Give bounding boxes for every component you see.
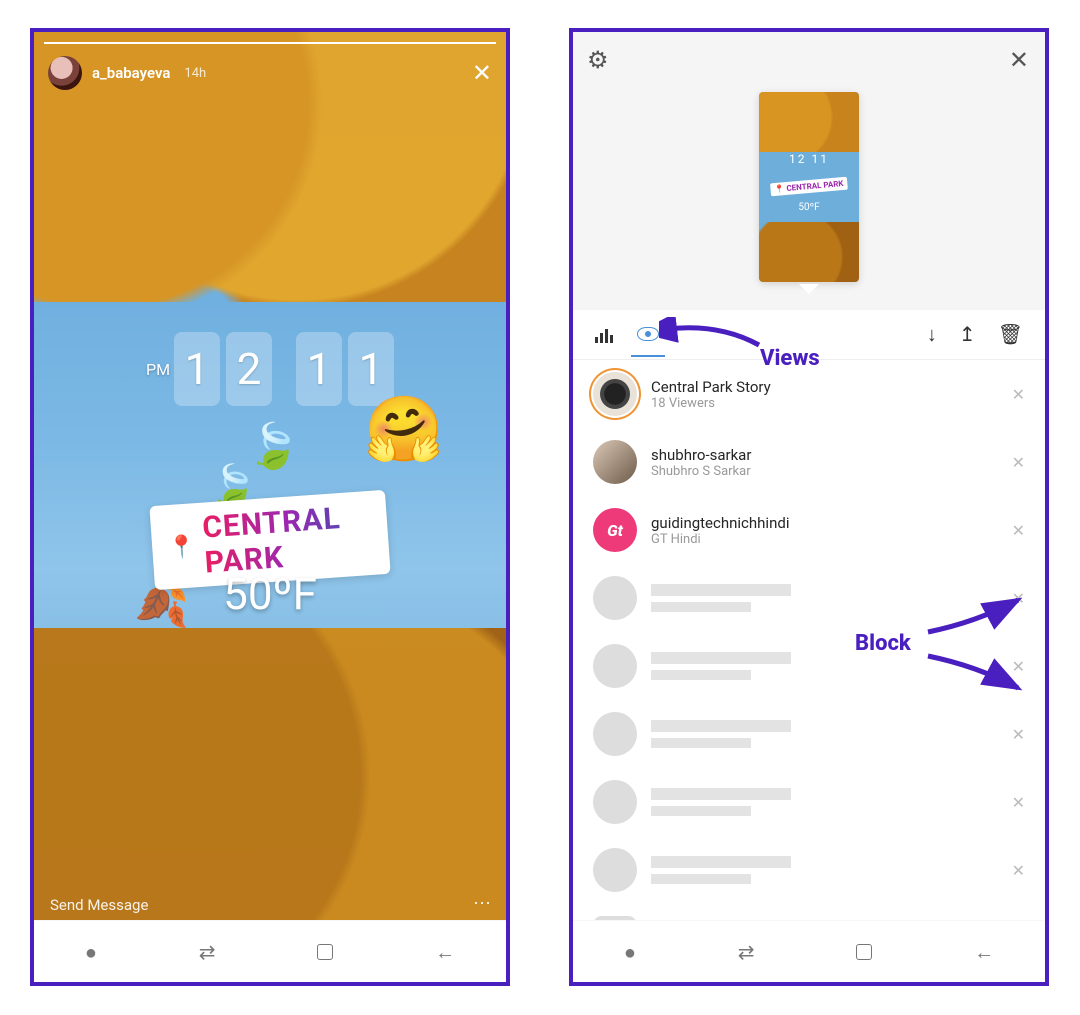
bar-chart-icon [595, 327, 613, 343]
temperature-sticker: 50ºF [223, 568, 317, 620]
nav-recent-icon[interactable] [738, 942, 755, 962]
viewers-list[interactable]: Central Park Story 18 Viewers ✕ shubhro-… [573, 360, 1045, 926]
viewers-thumb-area: ⚙ ✕ 12 11 📍 CENTRAL PARK 50ºF [573, 32, 1045, 310]
avatar [593, 780, 637, 824]
autumn-foliage-bottom [34, 628, 506, 928]
avatar [593, 576, 637, 620]
nav-apps-icon[interactable]: ● [85, 942, 97, 962]
viewer-username: shubhro-sarkar [651, 446, 751, 464]
close-icon[interactable]: ✕ [472, 61, 492, 85]
tab-insights[interactable] [595, 327, 613, 343]
clock-digit: 2 [226, 332, 272, 406]
close-icon[interactable]: ✕ [1009, 46, 1029, 74]
viewer-fullname: GT Hindi [651, 532, 789, 547]
story-timestamp: 14h [184, 66, 206, 81]
gear-icon[interactable]: ⚙ [587, 46, 609, 74]
thumb-time: 12 11 [759, 152, 859, 166]
share-icon[interactable]: ↥ [959, 322, 976, 347]
story-ring-avatar[interactable] [593, 372, 637, 416]
remove-viewer-icon[interactable]: ✕ [1012, 521, 1025, 540]
avatar [593, 848, 637, 892]
more-icon[interactable]: ⋯ [473, 893, 490, 914]
remove-viewer-icon[interactable]: ✕ [1012, 589, 1025, 608]
viewer-tabs: ↓ ↥ 🗑 [573, 310, 1045, 360]
thumb-temp: 50ºF [759, 202, 859, 213]
hugging-face-emoji: 🤗 [364, 392, 444, 467]
remove-viewer-icon[interactable]: ✕ [1012, 793, 1025, 812]
remove-viewer-icon[interactable]: ✕ [1012, 861, 1025, 880]
thumb-pointer-icon [799, 284, 819, 304]
viewer-title: Central Park Story [651, 378, 771, 396]
viewer-row-blurred: ✕ [573, 836, 1045, 904]
android-nav-bar: ● [573, 920, 1045, 982]
nav-back-icon[interactable] [435, 942, 455, 962]
flip-clock-sticker: PM 1 2 1 1 [146, 332, 394, 406]
clock-ampm: PM [146, 360, 170, 379]
nav-back-icon[interactable] [974, 942, 994, 962]
viewer-row-story-summary[interactable]: Central Park Story 18 Viewers ✕ [573, 360, 1045, 428]
remove-viewer-icon[interactable]: ✕ [1012, 453, 1025, 472]
remove-viewer-icon[interactable]: ✕ [1012, 657, 1025, 676]
story-viewers-panel: ⚙ ✕ 12 11 📍 CENTRAL PARK 50ºF ↓ ↥ 🗑 Cent… [569, 28, 1049, 986]
avatar[interactable] [593, 440, 637, 484]
story-progress-bar [44, 42, 496, 44]
viewer-row-blurred: ✕ [573, 768, 1045, 836]
location-pin-icon: 📍 [167, 534, 196, 561]
tab-views[interactable] [637, 327, 659, 343]
story-username[interactable]: a_babayeva [92, 64, 170, 82]
viewer-username: guidingtechnichhindi [651, 514, 789, 532]
story-view-panel: a_babayeva 14h ✕ PM 1 2 1 1 🤗 🍃 🍃 🍂 📍 CE… [30, 28, 510, 986]
avatar[interactable] [48, 56, 82, 90]
viewer-row[interactable]: shubhro-sarkar Shubhro S Sarkar ✕ [573, 428, 1045, 496]
nav-home-icon[interactable] [856, 944, 872, 960]
nav-home-icon[interactable] [317, 944, 333, 960]
nav-apps-icon[interactable]: ● [624, 942, 636, 962]
clock-digit: 1 [174, 332, 220, 406]
viewer-fullname: Shubhro S Sarkar [651, 464, 751, 479]
avatar[interactable]: Gt [593, 508, 637, 552]
viewer-row-blurred: ✕ [573, 700, 1045, 768]
viewer-row[interactable]: Gt guidingtechnichhindi GT Hindi ✕ [573, 496, 1045, 564]
eye-icon [637, 327, 659, 341]
download-icon[interactable]: ↓ [927, 322, 937, 347]
avatar [593, 644, 637, 688]
viewer-row-blurred: ✕ [573, 564, 1045, 632]
story-canvas[interactable]: a_babayeva 14h ✕ PM 1 2 1 1 🤗 🍃 🍃 🍂 📍 CE… [34, 32, 506, 928]
thumb-location: 📍 CENTRAL PARK [770, 177, 848, 197]
viewers-count: 18 Viewers [651, 396, 771, 411]
send-message-input[interactable]: Send Message [50, 896, 148, 914]
remove-viewer-icon[interactable]: ✕ [1012, 725, 1025, 744]
android-nav-bar: ● [34, 920, 506, 982]
trash-icon[interactable]: 🗑 [998, 322, 1023, 347]
story-header: a_babayeva 14h ✕ [48, 56, 492, 90]
story-thumbnail[interactable]: 12 11 📍 CENTRAL PARK 50ºF [759, 92, 859, 282]
viewer-row-blurred: ✕ [573, 632, 1045, 700]
avatar [593, 712, 637, 756]
remove-viewer-icon[interactable]: ✕ [1012, 385, 1025, 404]
nav-recent-icon[interactable] [199, 942, 216, 962]
clock-digit: 1 [296, 332, 342, 406]
